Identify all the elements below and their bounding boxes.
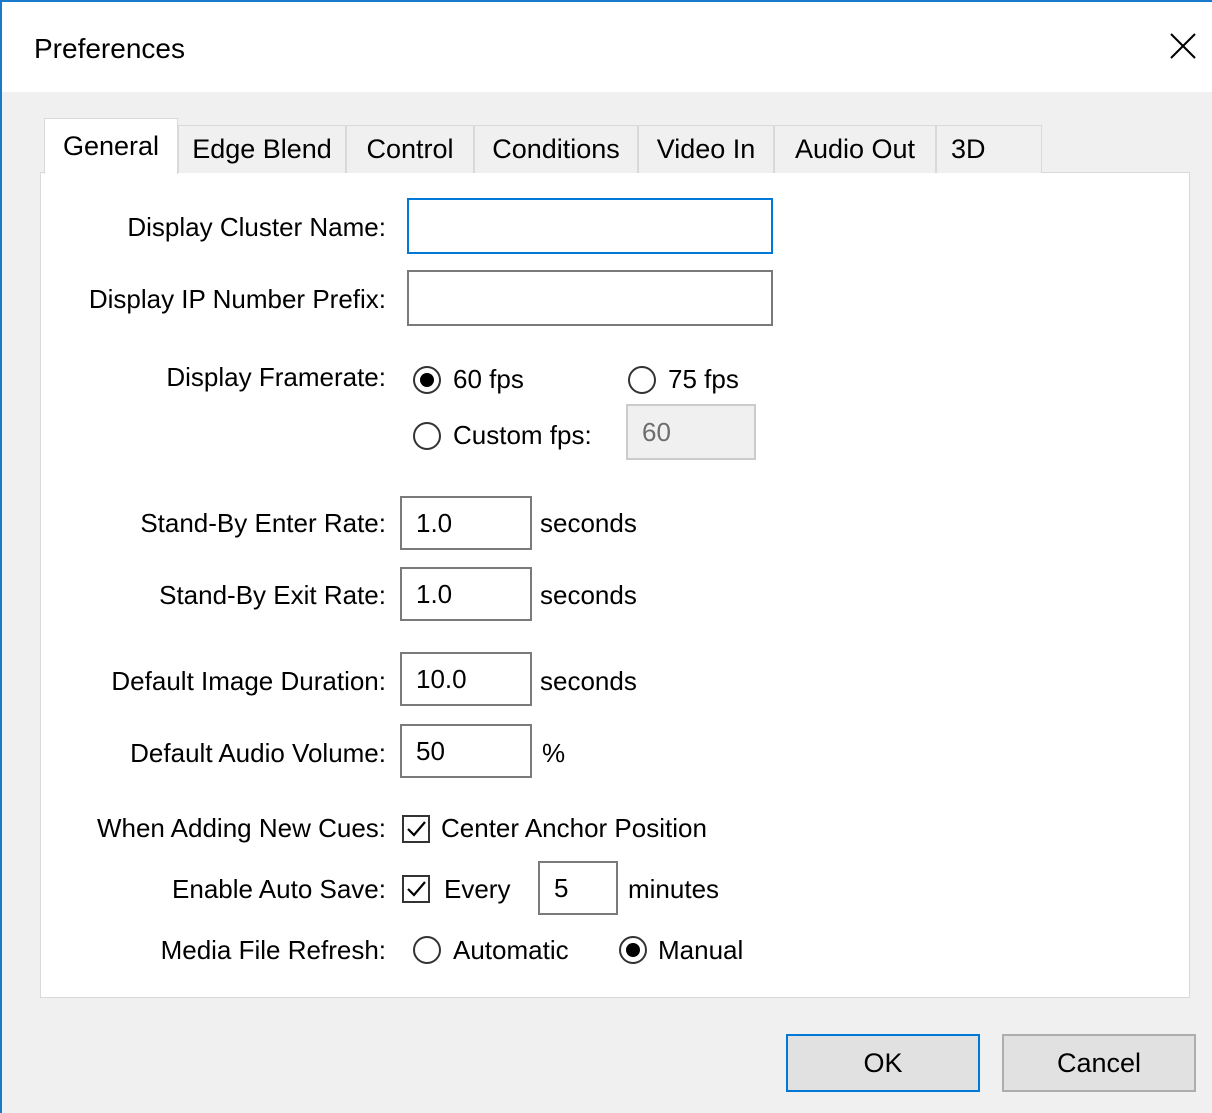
audio-volume-unit: %: [542, 738, 566, 768]
fps60-radio[interactable]: [413, 366, 441, 394]
standby-exit-unit: seconds: [540, 580, 637, 610]
tab-video-in[interactable]: Video In: [638, 125, 774, 173]
custom-fps-radio[interactable]: [413, 422, 441, 450]
refresh-manual-label[interactable]: Manual: [658, 935, 743, 966]
close-icon[interactable]: [1163, 26, 1203, 66]
checkmark-icon: [407, 821, 426, 837]
media-refresh-label: Media File Refresh:: [160, 935, 386, 965]
custom-fps-label[interactable]: Custom fps:: [453, 420, 592, 451]
ip-prefix-input[interactable]: [407, 270, 773, 326]
fps60-label[interactable]: 60 fps: [453, 364, 524, 395]
cluster-name-label: Display Cluster Name:: [127, 212, 386, 242]
standby-enter-label: Stand-By Enter Rate:: [140, 508, 386, 538]
tab-conditions[interactable]: Conditions: [474, 125, 638, 173]
auto-save-every-label[interactable]: Every: [444, 874, 510, 905]
custom-fps-input[interactable]: 60: [626, 404, 756, 460]
refresh-automatic-label[interactable]: Automatic: [453, 935, 569, 966]
center-anchor-checkbox[interactable]: [402, 815, 430, 843]
cluster-name-input[interactable]: [407, 198, 773, 254]
framerate-label: Display Framerate:: [166, 362, 386, 392]
image-duration-label: Default Image Duration:: [111, 666, 386, 696]
tab-edge-blend[interactable]: Edge Blend: [178, 125, 346, 173]
standby-enter-unit: seconds: [540, 508, 637, 538]
ip-prefix-label: Display IP Number Prefix:: [88, 284, 386, 314]
ok-button[interactable]: OK: [786, 1034, 980, 1092]
refresh-automatic-radio[interactable]: [413, 936, 441, 964]
standby-enter-input[interactable]: 1.0: [400, 496, 532, 550]
checkmark-icon: [407, 881, 426, 897]
image-duration-unit: seconds: [540, 666, 637, 696]
center-anchor-label[interactable]: Center Anchor Position: [441, 813, 707, 844]
tab-audio-out[interactable]: Audio Out: [774, 125, 936, 173]
cancel-button[interactable]: Cancel: [1002, 1034, 1196, 1092]
new-cues-label: When Adding New Cues:: [96, 813, 386, 843]
tab-3d[interactable]: 3D: [936, 125, 1042, 173]
window-left-border: [0, 0, 2, 1113]
auto-save-label: Enable Auto Save:: [172, 874, 386, 904]
tab-general[interactable]: General: [44, 118, 178, 174]
standby-exit-input[interactable]: 1.0: [400, 567, 532, 621]
audio-volume-input[interactable]: 50: [400, 724, 532, 778]
fps75-label[interactable]: 75 fps: [668, 364, 739, 395]
standby-exit-label: Stand-By Exit Rate:: [159, 580, 386, 610]
auto-save-minutes-unit: minutes: [628, 874, 720, 904]
auto-save-minutes-input[interactable]: 5: [538, 861, 618, 915]
window-title: Preferences: [34, 33, 185, 64]
fps75-radio[interactable]: [628, 366, 656, 394]
audio-volume-label: Default Audio Volume:: [130, 738, 386, 768]
image-duration-input[interactable]: 10.0: [400, 652, 532, 706]
refresh-manual-radio[interactable]: [619, 936, 647, 964]
tab-control[interactable]: Control: [346, 125, 474, 173]
auto-save-checkbox[interactable]: [402, 875, 430, 903]
